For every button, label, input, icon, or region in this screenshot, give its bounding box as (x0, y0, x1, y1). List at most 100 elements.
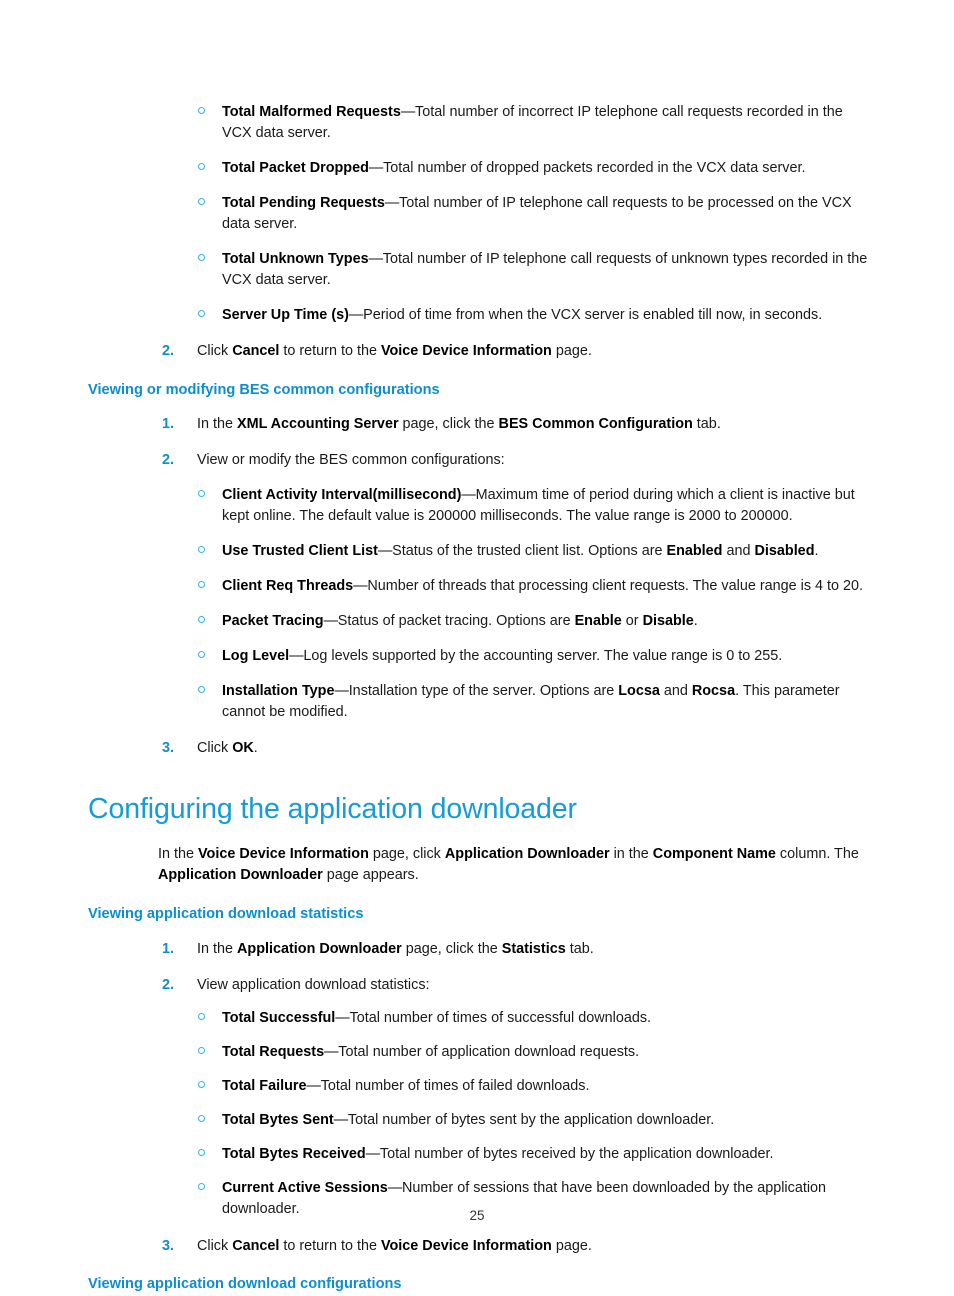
definition-term: Total Requests (222, 1044, 325, 1061)
definition-description: Status of packet tracing. Options are En… (338, 613, 698, 629)
text-run: column. The (775, 845, 859, 862)
definition-bullet-item: Packet Tracing—Status of packet tracing.… (88, 611, 874, 632)
definition-bullet-item: Total Successful—Total number of times o… (88, 1008, 874, 1029)
term-separator: — (289, 648, 304, 665)
circle-bullet-icon (198, 1013, 205, 1021)
section-title: Configuring the application downloader (88, 792, 577, 825)
term-separator: — (400, 104, 416, 120)
definition-description: Log levels supported by the accounting s… (303, 648, 783, 665)
definition-bullet-item: Total Requests—Total number of applicati… (88, 1042, 874, 1063)
text-run: View or modify the BES common configurat… (197, 452, 505, 469)
bold-term: Voice Device Information (198, 845, 369, 862)
text-run: page appears. (322, 867, 419, 884)
bold-term: Voice Device Information (380, 343, 552, 360)
step-text: Click Cancel to return to the Voice Devi… (197, 343, 592, 359)
definition-bullet-list: Total Successful—Total number of times o… (88, 1008, 874, 1220)
definition-term: Client Activity Interval(millisecond) (222, 486, 462, 503)
circle-bullet-icon (198, 1183, 205, 1191)
definition-term: Current Active Sessions (222, 1180, 388, 1197)
text-run: . (814, 543, 819, 560)
text-run: Status of packet tracing. Options are (337, 613, 575, 630)
definition-term: Total Failure (222, 1078, 307, 1095)
step-number: 2. (162, 343, 175, 360)
term-separator: — (324, 1044, 339, 1061)
term-separator: — (335, 1010, 350, 1027)
term-separator: — (387, 1180, 403, 1197)
text-run: page. (551, 343, 592, 360)
step-text: Click OK. (197, 740, 258, 756)
term-separator: — (368, 251, 383, 268)
term-separator: — (461, 486, 476, 503)
step-number: 3. (162, 740, 175, 757)
step-text: Click Cancel to return to the Voice Devi… (197, 1238, 592, 1254)
numbered-step: 3. Click Cancel to return to the Voice De… (88, 1236, 874, 1257)
step-text: View application download statistics: (197, 977, 430, 993)
definition-term: Log Level (222, 648, 290, 665)
circle-bullet-icon (198, 1081, 205, 1089)
text-run: . (693, 613, 698, 630)
term-separator: — (323, 613, 338, 630)
text-run: in the (609, 845, 653, 862)
definition-description: Period of time from when the VCX server … (363, 307, 823, 324)
circle-bullet-icon (198, 1149, 205, 1157)
numbered-step-list: 3. Click Cancel to return to the Voice De… (88, 1236, 874, 1257)
definition-bullet-item: Total Unknown Types—Total number of IP t… (88, 249, 874, 291)
term-separator: — (377, 543, 393, 560)
step-text: In the Application Downloader page, clic… (197, 941, 594, 957)
text-run: or (621, 613, 643, 630)
term-separator: — (368, 160, 384, 177)
subsection-title: Viewing or modifying BES common configur… (88, 381, 440, 398)
definition-term: Packet Tracing (222, 613, 324, 630)
numbered-step-list: 1. In the Application Downloader page, cl… (88, 939, 874, 960)
numbered-step: 1. In the XML Accounting Server page, cli… (88, 414, 874, 435)
step-number: 1. (162, 416, 175, 433)
definition-bullet-item: Installation Type—Installation type of t… (88, 681, 874, 723)
circle-bullet-icon (198, 489, 205, 497)
definition-term: Total Unknown Types (222, 251, 369, 268)
step-number: 1. (162, 940, 175, 957)
subsection-title: Viewing application download statistics (88, 906, 364, 923)
text-run: View application download statistics: (197, 976, 430, 993)
term-separator: — (348, 307, 364, 324)
text-run: Status of the trusted client list. Optio… (392, 543, 667, 560)
numbered-step-list: 2. View or modify the BES common configur… (88, 450, 874, 471)
bold-term: Locsa (618, 683, 660, 700)
text-run: In the (197, 416, 238, 433)
definition-term: Total Bytes Received (222, 1146, 366, 1163)
definition-description: Total number of times of successful down… (349, 1010, 652, 1027)
numbered-step-list: 2. Click Cancel to return to the Voice De… (88, 341, 874, 362)
bold-term: Statistics (501, 940, 566, 957)
definition-term: Total Successful (222, 1010, 336, 1027)
definition-bullet-item: Total Pending Requests—Total number of I… (88, 193, 874, 235)
definition-description: Number of threads that processing client… (367, 578, 864, 595)
term-separator: — (306, 1078, 321, 1095)
definition-description: Total number of dropped packets recorded… (383, 160, 806, 177)
bold-term: Application Downloader (237, 940, 402, 957)
bold-term: Rocsa (691, 683, 736, 700)
bold-term: BES Common Configuration (498, 416, 693, 433)
definition-bullet-list: Client Activity Interval(millisecond)—Ma… (88, 485, 874, 723)
text-run: to return to the (279, 343, 381, 360)
step-number: 2. (162, 976, 175, 993)
bold-term: Application Downloader (158, 867, 323, 884)
circle-bullet-icon (198, 616, 205, 624)
text-run: page, click the (398, 416, 499, 433)
definition-description: Total number of times of failed download… (320, 1078, 590, 1095)
bold-term: Component Name (652, 845, 776, 862)
circle-bullet-icon (198, 581, 205, 589)
numbered-step-list: 3. Click OK. (88, 738, 874, 759)
circle-bullet-icon (198, 310, 205, 318)
bold-term: XML Accounting Server (237, 416, 399, 433)
term-separator: — (384, 195, 400, 212)
numbered-step: 2. View or modify the BES common configur… (88, 450, 874, 471)
text-run: Click (197, 1237, 233, 1254)
term-separator: — (333, 1112, 348, 1129)
definition-term: Installation Type (222, 683, 335, 700)
definition-bullet-list: Total Malformed Requests—Total number of… (88, 102, 874, 326)
circle-bullet-icon (198, 254, 205, 262)
page-number: 25 (469, 1208, 485, 1223)
circle-bullet-icon (198, 686, 205, 694)
definition-bullet-item: Total Failure—Total number of times of f… (88, 1076, 874, 1097)
text-run: Installation type of the server. Options… (348, 683, 619, 700)
text-run: and (659, 683, 692, 700)
